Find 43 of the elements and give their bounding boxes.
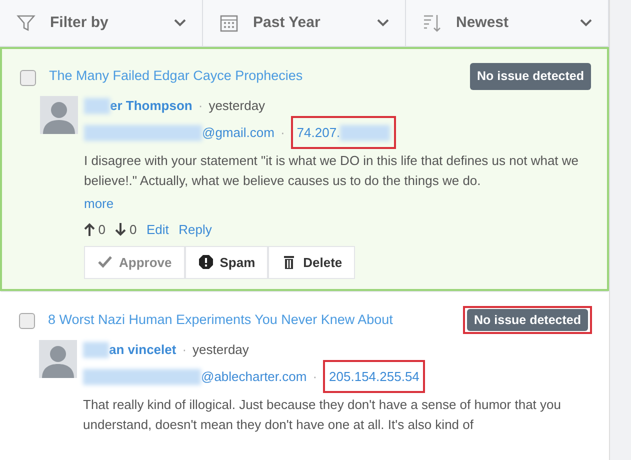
comment-time: yesterday [208,97,266,116]
status-badge: No issue detected [467,309,588,332]
delete-button[interactable]: Delete [268,246,356,280]
chevron-down-icon [174,19,186,27]
arrow-down-icon [115,222,126,236]
ip-address-link[interactable]: 205.154.255.54 [329,366,420,386]
filter-icon [16,13,36,33]
chevron-down-icon [377,19,389,27]
filter-dropdown[interactable]: Newest [406,0,609,46]
edit-link[interactable]: Edit [146,220,169,240]
separator-dot: · [182,341,187,360]
author-link[interactable]: er Thompson [110,96,192,116]
more-link[interactable]: more [84,194,114,214]
avatar-icon [38,340,76,378]
sort-icon [422,13,442,33]
filter-dropdown[interactable]: Past Year [203,0,406,46]
approve-button[interactable]: Approve [84,246,185,280]
alert-icon [198,254,214,270]
reply-link[interactable]: Reply [178,220,212,240]
article-link[interactable]: The Many Failed Edgar Cayce Prophecies [49,66,458,86]
ip-address-link[interactable]: 74.207. [296,122,340,142]
email-link[interactable]: @ablecharter.com [201,366,307,386]
spam-button[interactable]: Spam [184,246,268,280]
author-link[interactable]: an vincelet [109,340,176,360]
email-link[interactable]: @gmail.com [202,122,274,142]
upvote-count[interactable]: 0 [84,220,106,240]
checkbox[interactable] [19,313,35,330]
avatar-icon [40,96,78,134]
separator-dot: · [198,97,203,116]
downvote-count[interactable]: 0 [115,220,137,240]
article-link[interactable]: 8 Worst Nazi Human Experiments You Never Knew About [48,310,450,330]
comment-time: yesterday [192,341,249,360]
checkbox[interactable] [20,70,36,86]
filter-dropdown[interactable]: Filter by [0,0,203,46]
separator-dot: · [280,124,285,142]
comment-text: I disagree with your statement "it is what we DO in this life that defines us not what we believe!." Actually, what we believe causes us to do the things we do. [84,152,580,190]
comment-text: That really kind of illogical. Just because they don't have a sense of humor that you understand, doesn't mean they don't have one at all. It's also kind of [83,396,562,434]
separator-dot: · [312,368,318,386]
arrow-up-icon [84,222,95,236]
status-badge: No issue detected [470,63,591,90]
check-icon [97,254,113,270]
chevron-down-icon [580,19,592,27]
calendar-icon [219,13,239,33]
